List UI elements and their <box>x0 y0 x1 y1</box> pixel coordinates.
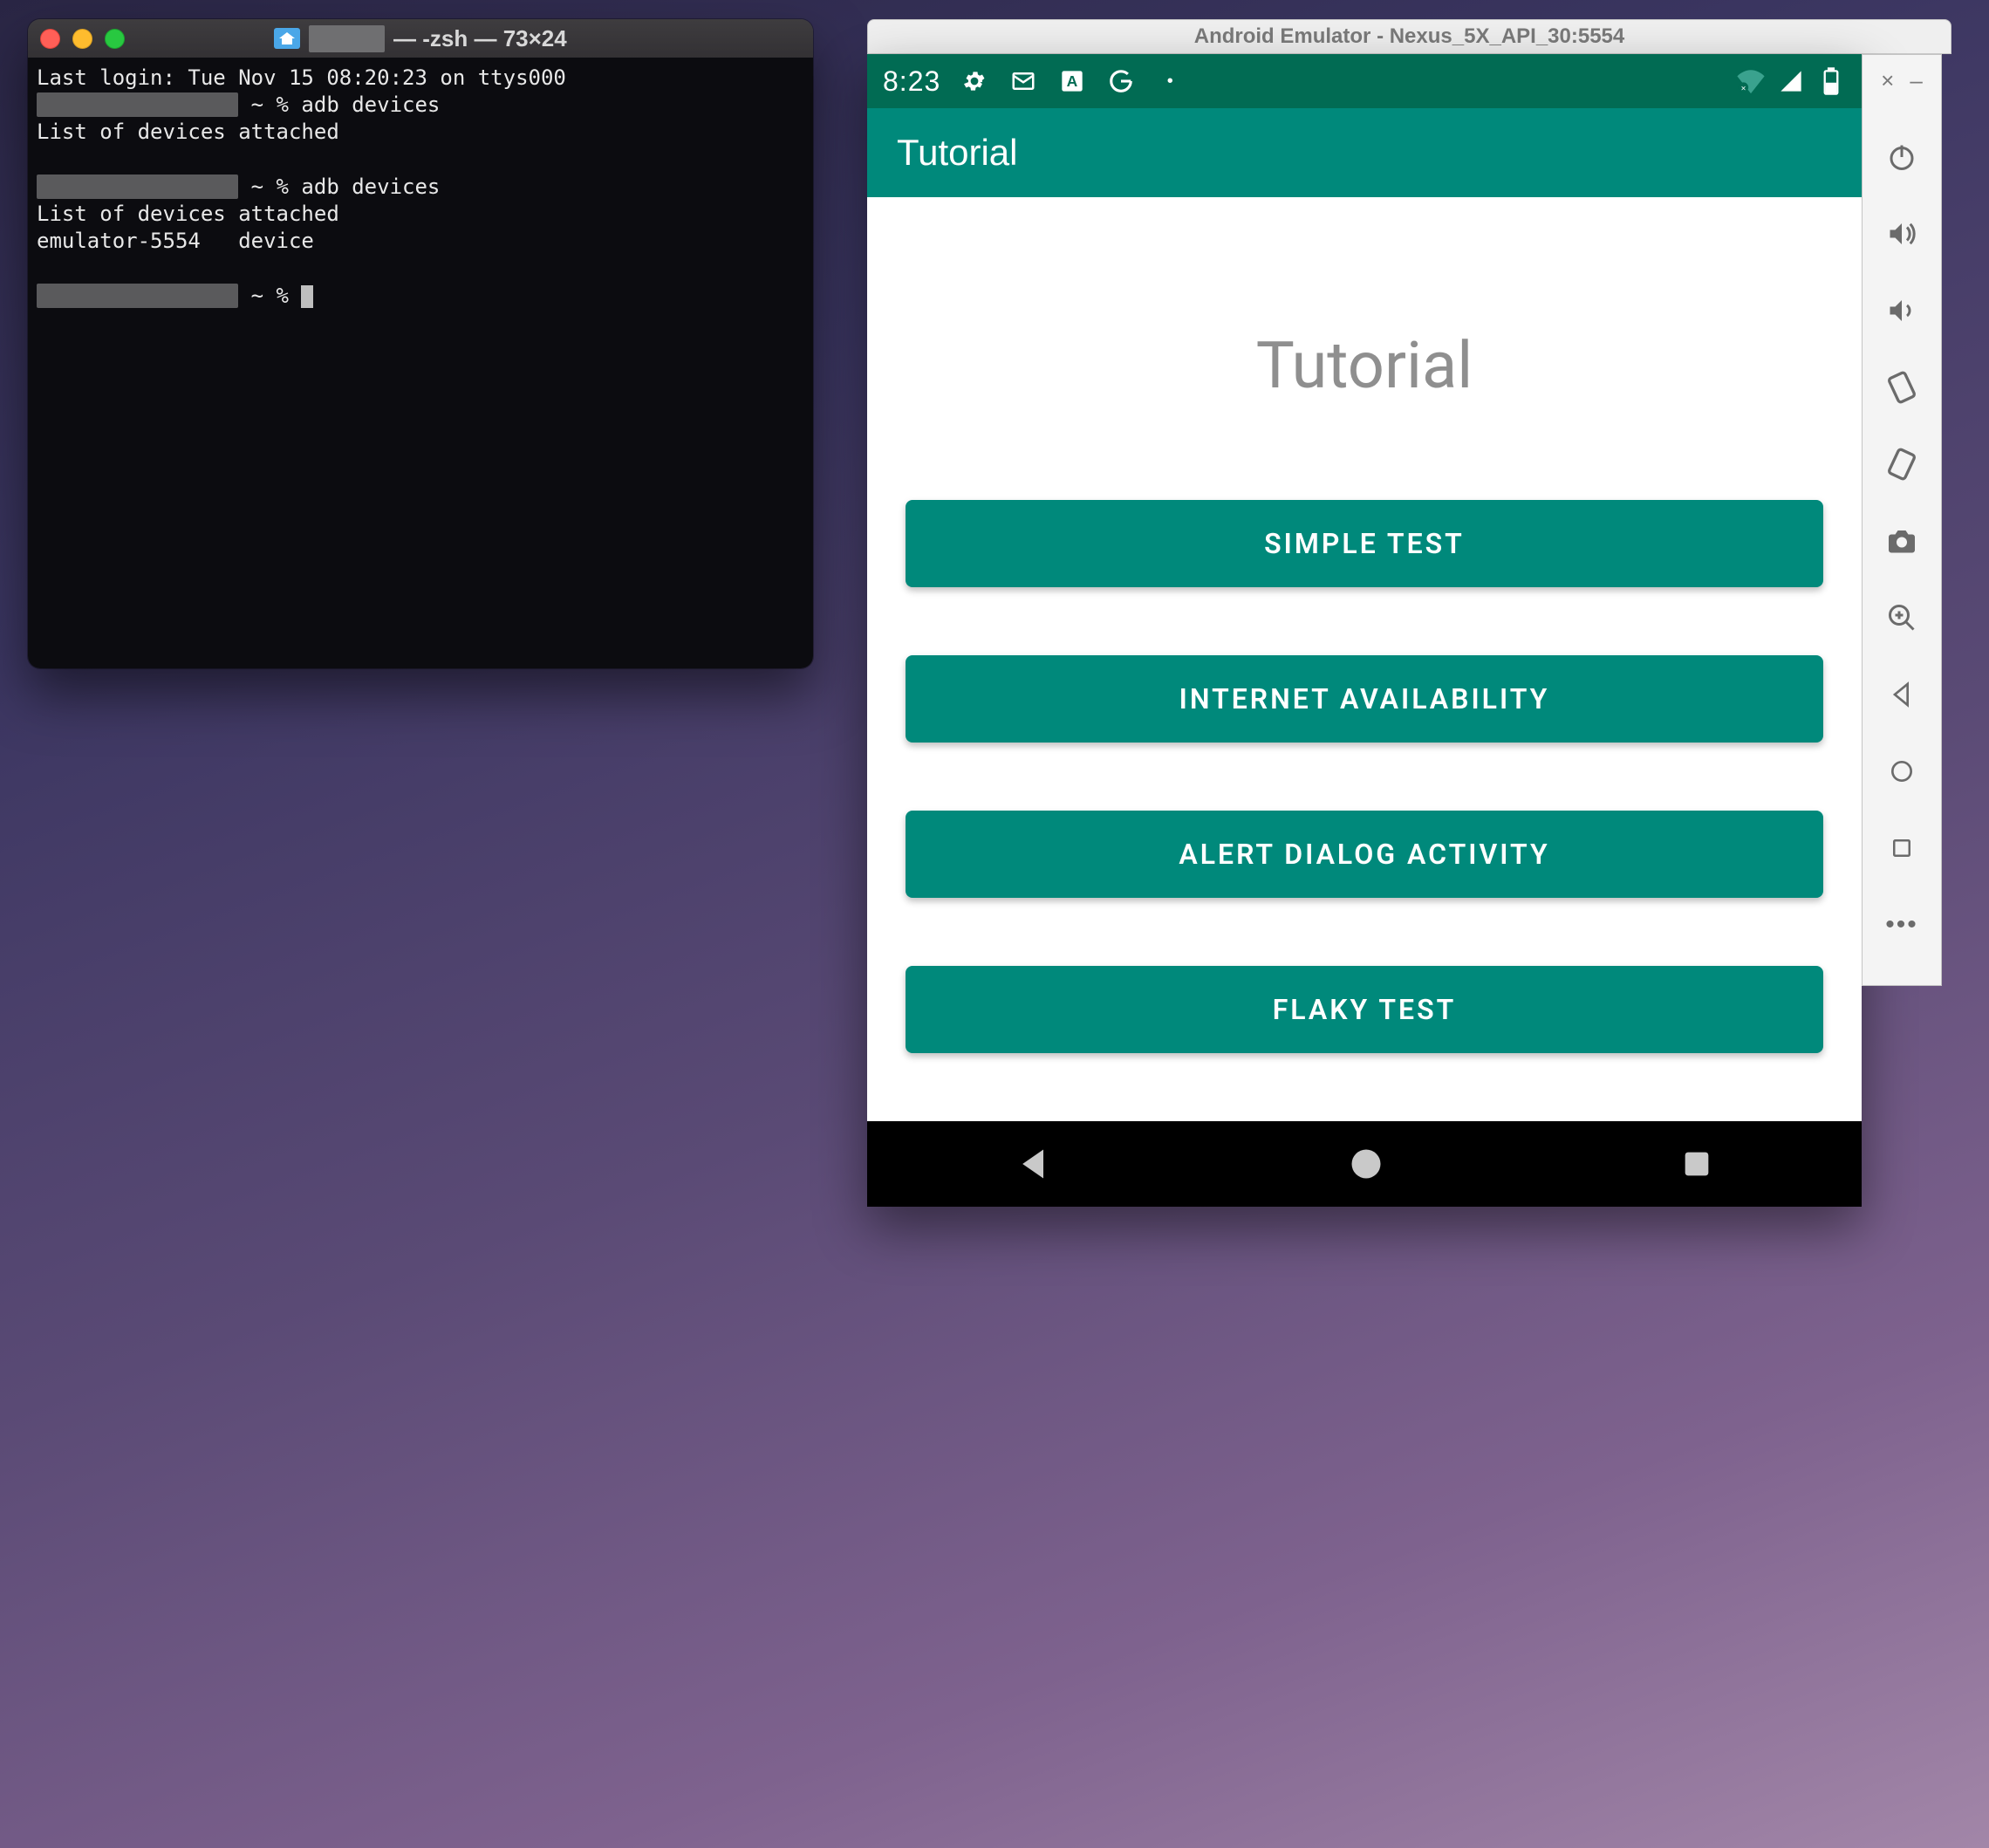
flaky-test-button[interactable]: FLAKY TEST <box>906 966 1823 1053</box>
redacted-host: xxxxxxxxxxxxxxxx <box>37 92 238 117</box>
terminal-title-text: — -zsh — 73×24 <box>393 25 567 52</box>
terminal-line: List of devices attached <box>37 202 339 226</box>
internet-availability-button[interactable]: INTERNET AVAILABILITY <box>906 655 1823 743</box>
alert-dialog-activity-button[interactable]: ALERT DIALOG ACTIVITY <box>906 811 1823 898</box>
emulator-title: Android Emulator - Nexus_5X_API_30:5554 <box>1194 24 1625 49</box>
recents-icon[interactable] <box>1679 1146 1714 1181</box>
zoom-icon[interactable] <box>1883 599 1921 637</box>
app-bar: Tutorial <box>867 108 1862 197</box>
sidebar-minimize-button[interactable]: – <box>1910 67 1922 94</box>
back-sidebar-icon[interactable] <box>1883 675 1921 714</box>
page-heading: Tutorial <box>1256 328 1473 404</box>
camera-icon[interactable] <box>1883 522 1921 560</box>
minimize-button[interactable] <box>72 29 92 49</box>
rotate-left-icon[interactable] <box>1883 368 1921 407</box>
terminal-titlebar[interactable]: xxxxxx — -zsh — 73×24 <box>28 19 813 58</box>
redacted-host: xxxxxxxxxxxxxxxx <box>37 284 238 308</box>
home-sidebar-icon[interactable] <box>1883 752 1921 791</box>
android-nav-bar <box>867 1121 1862 1207</box>
power-icon[interactable] <box>1883 138 1921 176</box>
volume-down-icon[interactable] <box>1883 291 1921 330</box>
status-time: 8:23 <box>883 65 940 98</box>
emulator-sidebar: × – <box>1862 54 1942 986</box>
fullscreen-button[interactable] <box>105 29 125 49</box>
terminal-line: emulator-5554 device <box>37 229 314 253</box>
home-folder-icon <box>274 28 300 49</box>
emulator-titlebar[interactable]: Android Emulator - Nexus_5X_API_30:5554 <box>867 19 1951 54</box>
gear-icon <box>960 66 989 96</box>
terminal-body[interactable]: Last login: Tue Nov 15 08:20:23 on ttys0… <box>28 58 813 668</box>
status-bar: 8:23 A • × <box>867 54 1862 108</box>
close-button[interactable] <box>40 29 60 49</box>
wifi-icon: × <box>1736 66 1766 96</box>
sidebar-close-button[interactable]: × <box>1881 67 1894 94</box>
more-icon[interactable]: ••• <box>1883 906 1921 944</box>
redacted-username: xxxxxx <box>309 25 385 52</box>
svg-text:×: × <box>1741 84 1746 93</box>
simple-test-button[interactable]: SIMPLE TEST <box>906 500 1823 587</box>
battery-icon <box>1816 66 1846 96</box>
google-icon <box>1106 66 1136 96</box>
back-icon[interactable] <box>1015 1145 1053 1183</box>
volume-up-icon[interactable] <box>1883 215 1921 253</box>
terminal-line: Last login: Tue Nov 15 08:20:23 on ttys0… <box>37 65 566 90</box>
app-body: Tutorial SIMPLE TEST INTERNET AVAILABILI… <box>867 197 1862 1121</box>
mail-icon <box>1008 66 1038 96</box>
a-badge-icon: A <box>1057 66 1087 96</box>
overview-sidebar-icon[interactable] <box>1883 829 1921 867</box>
terminal-line: ~ % <box>238 284 301 308</box>
rotate-right-icon[interactable] <box>1883 445 1921 483</box>
cursor <box>301 285 313 308</box>
app-bar-title: Tutorial <box>897 132 1018 174</box>
signal-icon <box>1776 66 1806 96</box>
terminal-line: ~ % adb devices <box>238 92 440 117</box>
device-screen: 8:23 A • × <box>867 54 1862 1207</box>
redacted-host: xxxxxxxxxxxxxxxx <box>37 175 238 199</box>
terminal-line: ~ % adb devices <box>238 175 440 199</box>
svg-text:A: A <box>1067 72 1078 90</box>
dot-icon: • <box>1155 66 1185 96</box>
home-icon[interactable] <box>1347 1145 1385 1183</box>
terminal-line: List of devices attached <box>37 120 339 144</box>
terminal-window: xxxxxx — -zsh — 73×24 Last login: Tue No… <box>28 19 813 668</box>
emulator-window: Android Emulator - Nexus_5X_API_30:5554 … <box>867 19 1951 1207</box>
terminal-title: xxxxxx — -zsh — 73×24 <box>28 25 813 52</box>
traffic-lights <box>40 29 125 49</box>
